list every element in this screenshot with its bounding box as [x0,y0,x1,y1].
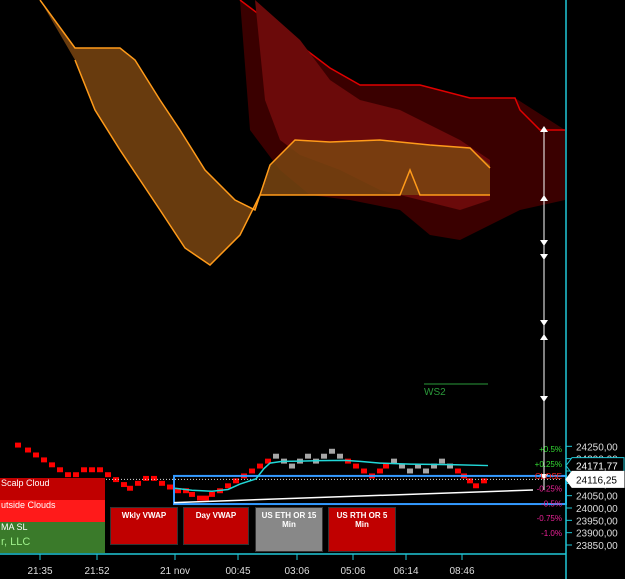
renko-brick [407,468,413,474]
renko-brick [121,482,127,488]
renko-brick [25,447,31,453]
level-arrowhead [540,240,548,246]
renko-brick [65,472,71,478]
price-axis: 23850,0023900,00 23950,0024000,0024050,00… [565,0,625,579]
renko-brick [321,453,327,459]
renko-brick [143,475,149,481]
ws2-label: WS2 [424,387,446,398]
renko-brick [225,483,231,489]
renko-brick [167,484,173,490]
level-arrowhead [540,334,548,340]
renko-brick [15,442,21,448]
day-vwap-button[interactable]: Day VWAP [183,507,249,545]
time-tick-label: 21:52 [84,566,109,577]
renko-brick [473,483,479,489]
trend-line [173,489,534,504]
renko-brick [89,467,95,473]
us-eth-or-button[interactable]: US ETH OR 15 Min [255,507,323,552]
renko-brick [305,453,311,459]
renko-brick [127,485,133,491]
renko-brick [203,495,209,501]
wkly-vwap-button[interactable]: Wkly VWAP [110,507,178,545]
renko-brick [97,467,103,473]
renko-brick [249,468,255,474]
time-tick-label: 08:46 [449,566,474,577]
renko-brick [135,480,141,486]
renko-brick [41,457,47,463]
renko-brick [197,495,203,501]
renko-brick [81,467,87,473]
price-tick-label: 24050,00 [576,492,618,503]
time-tick-label: 03:06 [284,566,309,577]
renko-brick [289,463,295,469]
renko-brick [361,468,367,474]
legend-ma-sl: MA SL [0,522,105,536]
renko-brick [337,453,343,459]
renko-brick [159,480,165,486]
renko-brick [57,467,63,473]
level-arrowhead [540,320,548,326]
renko-brick [73,472,79,478]
time-tick-label: 21:35 [27,566,52,577]
pct-level-label: CLOSE [535,472,562,481]
renko-brick [105,472,111,478]
price-tick-label: 24000,00 [576,504,618,515]
renko-brick [257,463,263,469]
price-tick-label: 23950,00 [576,516,618,527]
pct-level-label: +0.5% [539,445,562,454]
time-tick-label: 00:45 [225,566,250,577]
renko-brick [353,463,359,469]
renko-brick [329,448,335,454]
legend-scalp-cloud: Scalp Cloud [0,478,105,500]
time-tick-label: 21 nov [160,566,190,577]
pct-level-label: -0.5% [541,500,562,509]
price-tick-label: 23900,00 [576,529,618,540]
renko-brick [455,468,461,474]
renko-brick [33,452,39,458]
renko-brick [423,468,429,474]
pct-level-label: +0.25% [535,460,562,469]
renko-brick [49,462,55,468]
price-tick-label: 24250,00 [576,442,618,453]
pct-level-label: -1.0% [541,529,562,538]
renko-brick [439,458,445,464]
level-arrowhead [540,396,548,402]
time-tick-label: 05:06 [340,566,365,577]
crosshair-price-label: 24116,25 [576,475,617,486]
ichimoku-clouds [39,0,565,266]
us-rth-or-button[interactable]: US RTH OR 5 Min [328,507,396,552]
renko-brick [189,491,195,497]
pct-level-label: -0.25% [537,485,562,494]
price-tick-label: 23850,00 [576,541,618,552]
renko-brick [209,491,215,497]
renko-brick [377,468,383,474]
renko-brick [383,463,389,469]
pct-level-label: -0.75% [537,514,562,523]
renko-brick [273,453,279,459]
time-axis: 21:35 21:52 21 nov 00:45 03:06 05:06 06:14 08:4… [0,553,566,577]
legend-llc: r, LLC [0,536,105,553]
level-arrowhead [540,254,548,260]
time-tick-label: 06:14 [393,566,418,577]
legend-outside-clouds: utside Clouds [0,500,105,522]
renko-brick [151,475,157,481]
